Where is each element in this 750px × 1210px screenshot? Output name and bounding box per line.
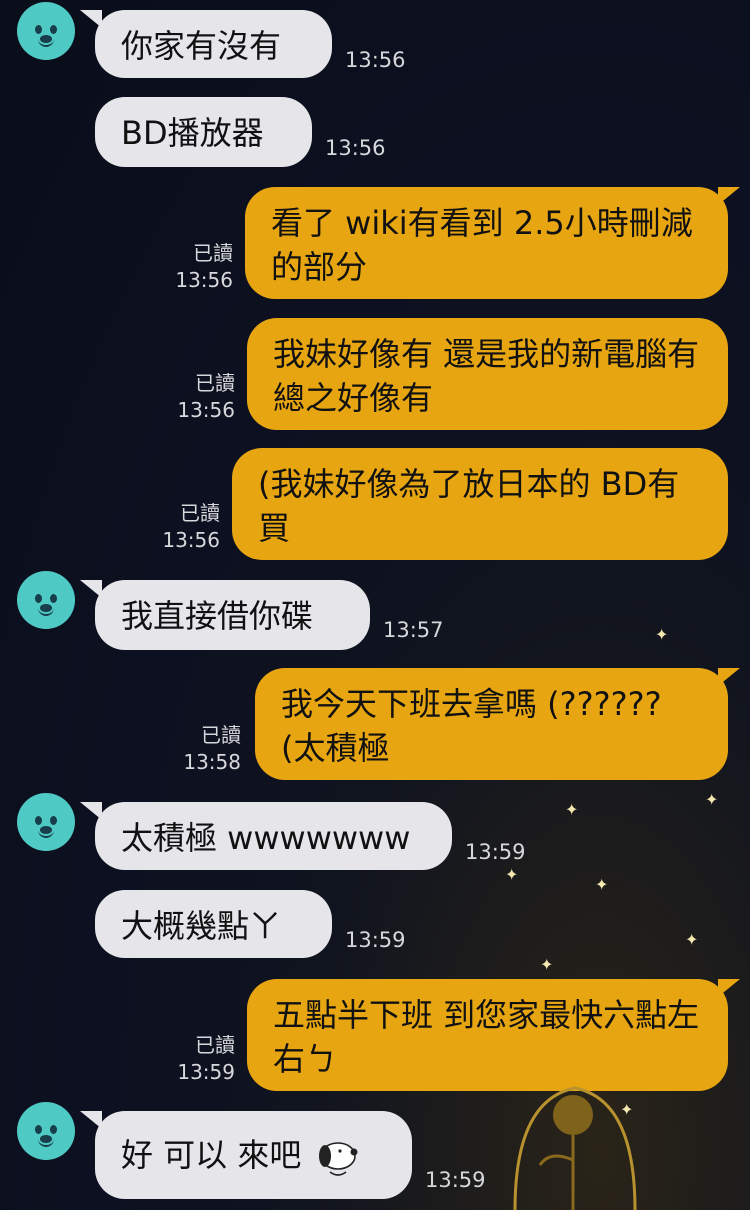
avatar[interactable] (17, 571, 75, 629)
avatar[interactable] (17, 1102, 75, 1160)
chat-view[interactable]: 你家有沒有 13:56 BD播放器 13:56 已讀 13:56 看了 wiki… (0, 0, 750, 1210)
read-receipt: 已讀 13:56 (177, 371, 235, 422)
read-receipt: 已讀 13:59 (177, 1033, 235, 1084)
message-bubble-incoming[interactable]: 太積極 wwwwwww (95, 802, 452, 870)
message-bubble-incoming[interactable]: 大概幾點ㄚ (95, 890, 332, 958)
sparkle-icon: ✦ (655, 625, 669, 644)
read-receipt: 已讀 13:58 (183, 723, 241, 774)
sparkle-icon: ✦ (705, 790, 719, 809)
message-time: 13:56 (345, 48, 406, 72)
avatar[interactable] (17, 2, 75, 60)
message-bubble-incoming[interactable]: 我直接借你碟 (95, 580, 370, 650)
message-time: 13:56 (325, 136, 386, 160)
snoopy-icon (318, 1142, 358, 1176)
message-bubble-outgoing[interactable]: 看了 wiki有看到 2.5小時刪減的部分 (245, 187, 728, 299)
message-bubble-outgoing[interactable]: (我妹好像為了放日本的 BD有買 (232, 448, 728, 560)
message-bubble-outgoing[interactable]: 我妹好像有 還是我的新電腦有 總之好像有 (247, 318, 728, 430)
message-text: 好 可以 來吧 (121, 1136, 302, 1174)
read-receipt: 已讀 13:56 (162, 501, 220, 552)
message-bubble-incoming[interactable]: 好 可以 來吧 (95, 1111, 412, 1199)
avatar[interactable] (17, 793, 75, 851)
read-receipt: 已讀 13:56 (175, 241, 233, 292)
sparkle-icon: ✦ (505, 865, 519, 884)
message-time: 13:57 (383, 618, 444, 642)
sparkle-icon: ✦ (540, 955, 554, 974)
sparkle-icon: ✦ (685, 930, 699, 949)
message-time: 13:59 (465, 840, 526, 864)
message-bubble-incoming[interactable]: 你家有沒有 (95, 10, 332, 78)
sparkle-icon: ✦ (620, 1100, 634, 1119)
message-bubble-outgoing[interactable]: 五點半下班 到您家最快六點左右ㄅ (247, 979, 728, 1091)
message-time: 13:59 (345, 928, 406, 952)
sparkle-icon: ✦ (595, 875, 609, 894)
message-bubble-incoming[interactable]: BD播放器 (95, 97, 312, 167)
sparkle-icon: ✦ (565, 800, 579, 819)
message-bubble-outgoing[interactable]: 我今天下班去拿嗎 (??????(太積極 (255, 668, 728, 780)
message-time: 13:59 (425, 1168, 486, 1192)
